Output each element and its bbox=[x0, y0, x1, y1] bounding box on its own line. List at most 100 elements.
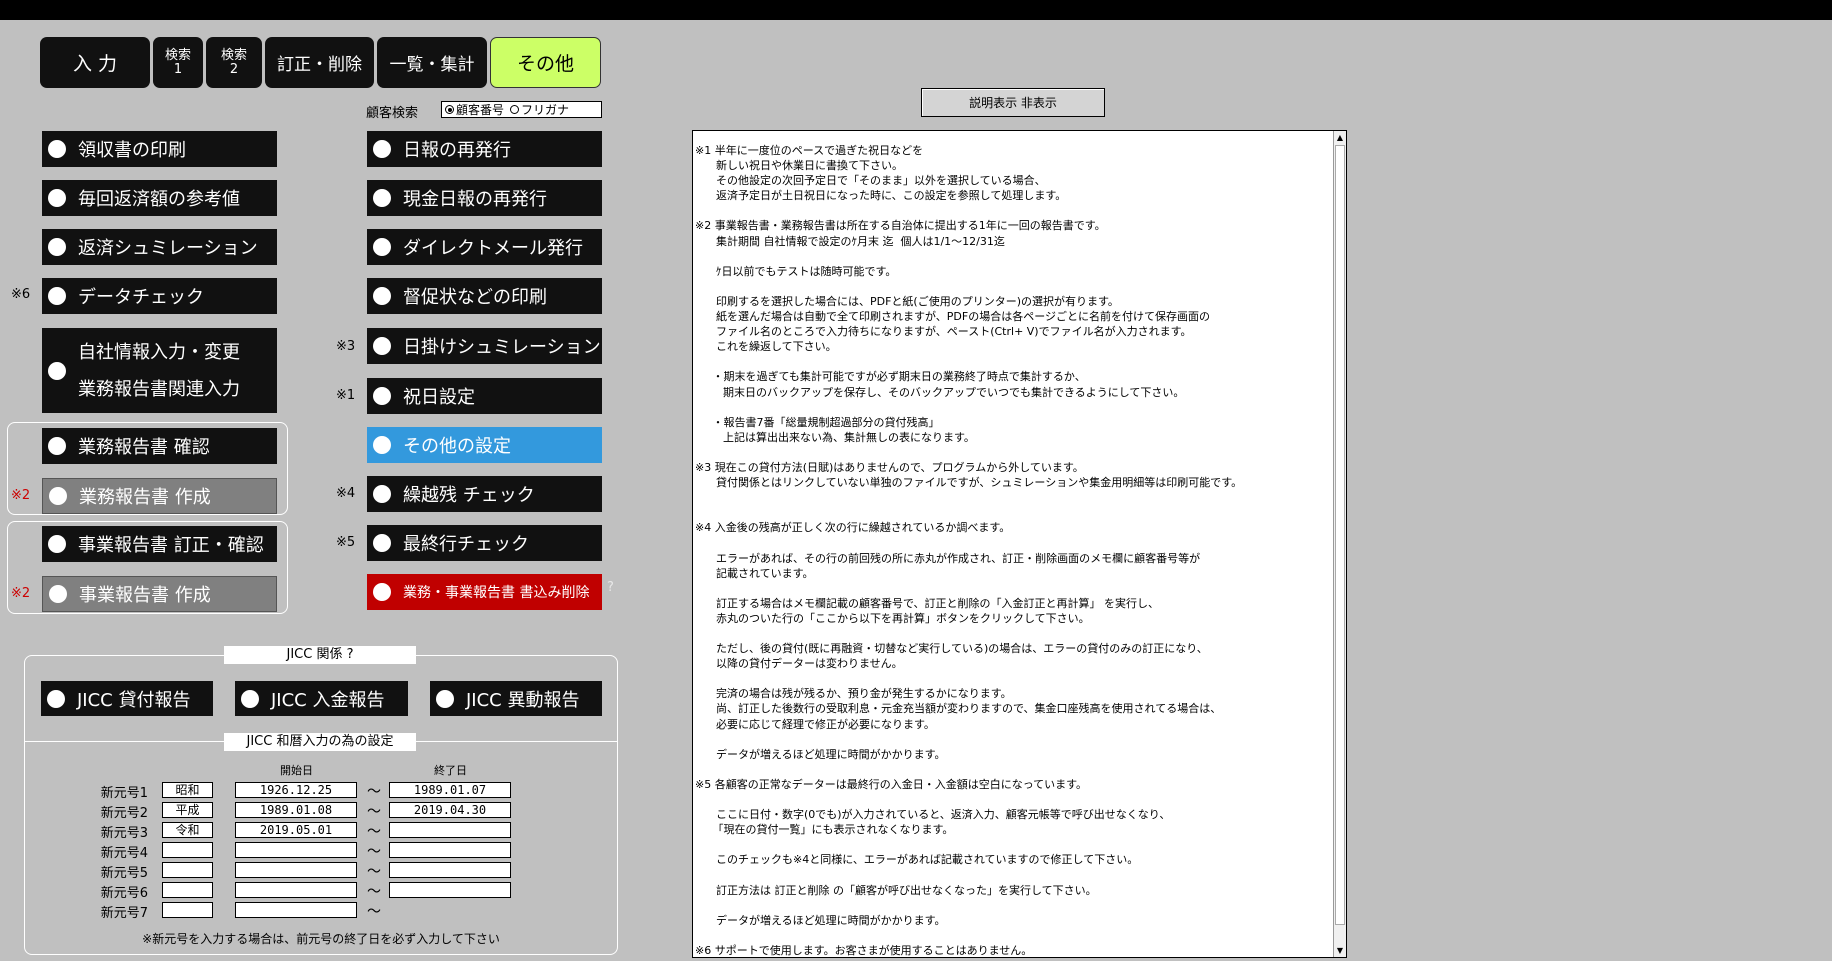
era-start-field[interactable] bbox=[235, 882, 357, 898]
range-tilde: ～ bbox=[367, 904, 381, 920]
last-row-check-button[interactable]: 最終行チェック bbox=[367, 525, 602, 561]
tab-edit-delete[interactable]: 訂正・削除 bbox=[265, 37, 374, 88]
range-tilde: ～ bbox=[367, 864, 381, 880]
era-name-field[interactable]: 平成 bbox=[162, 802, 213, 818]
circle-icon bbox=[49, 585, 67, 603]
end-date-header: 終了日 bbox=[434, 764, 467, 777]
radio-customer-number[interactable]: 顧客番号 bbox=[445, 101, 504, 118]
last-row-note: ※5 bbox=[336, 535, 356, 550]
cash-daily-reissue-button[interactable]: 現金日報の再発行 bbox=[367, 180, 602, 216]
era-settings-title: JICC 和暦入力の為の設定 bbox=[224, 733, 416, 751]
era-end-field[interactable]: 1989.01.07 bbox=[389, 782, 511, 798]
era-name-field[interactable] bbox=[162, 862, 213, 878]
tab-input-label: 入 力 bbox=[72, 53, 118, 75]
tab-input[interactable]: 入 力 bbox=[40, 37, 150, 88]
scroll-down-icon[interactable]: ▼ bbox=[1334, 944, 1346, 957]
tab-search-2-label: 検索 2 bbox=[220, 47, 247, 77]
help-icon[interactable]: ? bbox=[607, 580, 614, 595]
carryover-check-label: 繰越残 チェック bbox=[403, 485, 535, 506]
circle-icon bbox=[373, 534, 391, 552]
era-name-field[interactable] bbox=[162, 842, 213, 858]
description-text-panel[interactable]: ※1 半年に一度位のペースで過ぎた祝日などを 新しい祝日や休業日に書換て下さい。… bbox=[692, 130, 1347, 958]
last-row-check-label: 最終行チェック bbox=[403, 534, 529, 555]
jicc-payment-report-button[interactable]: JICC 入金報告 bbox=[235, 681, 408, 716]
description-text: ※1 半年に一度位のペースで過ぎた祝日などを 新しい祝日や休業日に書換て下さい。… bbox=[695, 144, 1243, 957]
circle-icon bbox=[373, 238, 391, 256]
circle-icon bbox=[48, 238, 66, 256]
jicc-loan-report-label: JICC 貸付報告 bbox=[77, 689, 191, 711]
jigyo-report-fix-button[interactable]: 事業報告書 訂正・確認 bbox=[42, 526, 277, 562]
era-name-field[interactable] bbox=[162, 902, 213, 918]
tab-edit-delete-label: 訂正・削除 bbox=[277, 55, 362, 75]
direct-mail-button[interactable]: ダイレクトメール発行 bbox=[367, 229, 602, 265]
radio-unselected-icon bbox=[510, 105, 520, 114]
era-row-label: 新元号7 bbox=[100, 906, 148, 921]
radio-furigana[interactable]: フリガナ bbox=[510, 101, 569, 118]
start-date-header: 開始日 bbox=[280, 764, 313, 777]
era-start-field[interactable]: 1989.01.08 bbox=[235, 802, 357, 818]
customer-search-label: 顧客検索 bbox=[366, 106, 419, 121]
daily-reissue-button[interactable]: 日報の再発行 bbox=[367, 131, 602, 167]
era-start-field[interactable]: 2019.05.01 bbox=[235, 822, 357, 838]
other-settings-button[interactable]: その他の設定 bbox=[367, 427, 602, 463]
dun-print-button[interactable]: 督促状などの印刷 bbox=[367, 278, 602, 314]
era-end-field[interactable] bbox=[389, 882, 511, 898]
era-row-label: 新元号4 bbox=[100, 846, 148, 861]
business-report-create-button[interactable]: 業務報告書 作成 bbox=[42, 478, 277, 514]
company-info-button[interactable]: 自社情報入力・変更 業務報告書関連入力 bbox=[42, 328, 277, 413]
receipt-print-button[interactable]: 領収書の印刷 bbox=[42, 131, 277, 167]
jicc-payment-report-label: JICC 入金報告 bbox=[271, 689, 385, 711]
jicc-loan-report-button[interactable]: JICC 貸付報告 bbox=[41, 681, 213, 716]
jicc-change-report-button[interactable]: JICC 異動報告 bbox=[430, 681, 602, 716]
era-start-field[interactable]: 1926.12.25 bbox=[235, 782, 357, 798]
daily-simulation-button[interactable]: 日掛けシュミレーション bbox=[367, 328, 602, 364]
era-start-field[interactable] bbox=[235, 902, 357, 918]
jigyo-report-create-note: ※2 bbox=[11, 586, 31, 601]
company-info-label-1: 自社情報入力・変更 bbox=[78, 341, 240, 363]
business-report-create-note: ※2 bbox=[11, 488, 31, 503]
tab-list-summary[interactable]: 一覧・集計 bbox=[377, 37, 487, 88]
repay-simulation-label: 返済シュミレーション bbox=[78, 238, 258, 259]
description-scrollbar[interactable]: ▲ ▼ bbox=[1333, 131, 1346, 957]
report-delete-label: 業務・事業報告書 書込み削除 bbox=[403, 585, 590, 601]
business-report-confirm-button[interactable]: 業務報告書 確認 bbox=[42, 428, 277, 464]
business-report-confirm-label: 業務報告書 確認 bbox=[78, 437, 210, 458]
holiday-settings-button[interactable]: 祝日設定 bbox=[367, 378, 602, 414]
jigyo-report-create-button[interactable]: 事業報告書 作成 bbox=[42, 576, 277, 612]
era-row-label: 新元号3 bbox=[100, 826, 148, 841]
business-report-create-label: 業務報告書 作成 bbox=[79, 487, 211, 508]
scroll-up-icon[interactable]: ▲ bbox=[1334, 131, 1346, 144]
era-name-field[interactable]: 昭和 bbox=[162, 782, 213, 798]
other-settings-label: その他の設定 bbox=[403, 436, 511, 457]
circle-icon bbox=[48, 189, 66, 207]
range-tilde: ～ bbox=[367, 824, 381, 840]
circle-icon bbox=[373, 140, 391, 158]
range-tilde: ～ bbox=[367, 844, 381, 860]
jicc-title: JICC 関係 ? bbox=[224, 646, 416, 664]
era-name-field[interactable] bbox=[162, 882, 213, 898]
circle-icon bbox=[241, 689, 259, 708]
era-end-field[interactable] bbox=[389, 842, 511, 858]
era-name-field[interactable]: 令和 bbox=[162, 822, 213, 838]
era-end-field[interactable] bbox=[389, 862, 511, 878]
tab-search-2[interactable]: 検索 2 bbox=[206, 37, 262, 88]
tab-search-1[interactable]: 検索 1 bbox=[153, 37, 203, 88]
jicc-change-report-label: JICC 異動報告 bbox=[466, 689, 580, 711]
tab-other[interactable]: その他 bbox=[490, 37, 601, 88]
report-delete-button[interactable]: 業務・事業報告書 書込み削除 bbox=[367, 574, 602, 610]
repay-simulation-button[interactable]: 返済シュミレーション bbox=[42, 229, 277, 265]
era-start-field[interactable] bbox=[235, 842, 357, 858]
era-end-field[interactable]: 2019.04.30 bbox=[389, 802, 511, 818]
scroll-thumb[interactable] bbox=[1335, 145, 1345, 925]
description-toggle-button[interactable]: 説明表示 非表示 bbox=[921, 88, 1105, 117]
carryover-check-button[interactable]: 繰越残 チェック bbox=[367, 476, 602, 512]
era-row-label: 新元号2 bbox=[100, 806, 148, 821]
era-start-field[interactable] bbox=[235, 862, 357, 878]
circle-icon bbox=[47, 689, 65, 708]
era-end-field[interactable] bbox=[389, 822, 511, 838]
data-check-button[interactable]: データチェック bbox=[42, 278, 277, 314]
circle-icon bbox=[373, 485, 391, 503]
repay-reference-label: 毎回返済額の参考値 bbox=[78, 189, 240, 210]
repay-reference-button[interactable]: 毎回返済額の参考値 bbox=[42, 180, 277, 216]
circle-icon bbox=[373, 436, 391, 454]
